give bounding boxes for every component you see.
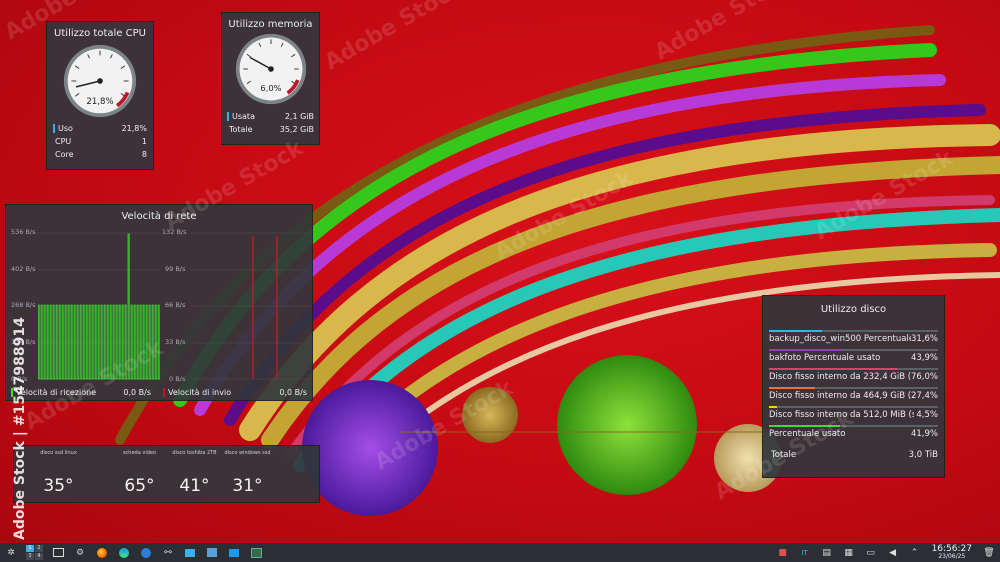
watermark-text: Adobe Stock bbox=[161, 135, 309, 235]
watermark-text: Adobe Stock bbox=[1, 0, 149, 45]
virtual-desktop-pager[interactable]: 1 2 3 4 bbox=[26, 545, 43, 560]
system-tray-expand-icon[interactable]: ⌃ bbox=[908, 546, 922, 560]
edge-browser-icon[interactable] bbox=[117, 546, 131, 560]
network-icon[interactable]: ▭ bbox=[864, 546, 878, 560]
taskbar: ✲ 1 2 3 4 ⚙ ⚯ ■ IT ▤ ▦ ▭ ◀ ⌃ 16:56:27 23… bbox=[0, 543, 1000, 562]
app-icon[interactable] bbox=[139, 546, 153, 560]
show-desktop-icon[interactable] bbox=[51, 546, 65, 560]
watermark-text: Adobe Stock bbox=[491, 165, 639, 265]
image-viewer-icon[interactable] bbox=[205, 546, 219, 560]
watermark-text: Adobe Stock bbox=[811, 145, 959, 245]
terminal-icon[interactable] bbox=[249, 546, 263, 560]
keyboard-layout-icon[interactable]: IT bbox=[798, 546, 812, 560]
pager-desktop[interactable]: 4 bbox=[35, 553, 43, 560]
trash-icon[interactable]: 🗑 bbox=[982, 546, 996, 560]
pager-desktop[interactable]: 1 bbox=[26, 545, 34, 552]
pager-desktop[interactable]: 2 bbox=[35, 545, 43, 552]
clock-date: 23/06/25 bbox=[938, 552, 966, 560]
screen-recorder-icon[interactable]: ■ bbox=[776, 546, 790, 560]
volume-icon[interactable]: ◀ bbox=[886, 546, 900, 560]
clipboard-icon[interactable]: ▤ bbox=[820, 546, 834, 560]
watermark-text: Adobe Stock bbox=[711, 405, 859, 505]
watermark-overlay: Adobe Stock Adobe Stock Adobe Stock Adob… bbox=[1, 0, 959, 505]
watermark-text: Adobe Stock bbox=[21, 335, 169, 435]
clock-time: 16:56:27 bbox=[931, 543, 972, 554]
watermark-text: Adobe Stock bbox=[321, 0, 469, 75]
settings-icon[interactable]: ⚙ bbox=[73, 546, 87, 560]
folder-icon[interactable] bbox=[227, 546, 241, 560]
digital-clock[interactable]: 16:56:27 23/06/25 bbox=[931, 543, 972, 561]
pager-desktop[interactable]: 3 bbox=[26, 553, 34, 560]
app-launcher-icon[interactable]: ✲ bbox=[4, 546, 18, 560]
network-tool-icon[interactable]: ⚯ bbox=[161, 546, 175, 560]
firefox-icon[interactable] bbox=[95, 546, 109, 560]
file-manager-icon[interactable] bbox=[183, 546, 197, 560]
watermark-text: Adobe Stock bbox=[651, 0, 799, 65]
watermark-text: Adobe Stock bbox=[371, 375, 519, 475]
notes-icon[interactable]: ▦ bbox=[842, 546, 856, 560]
